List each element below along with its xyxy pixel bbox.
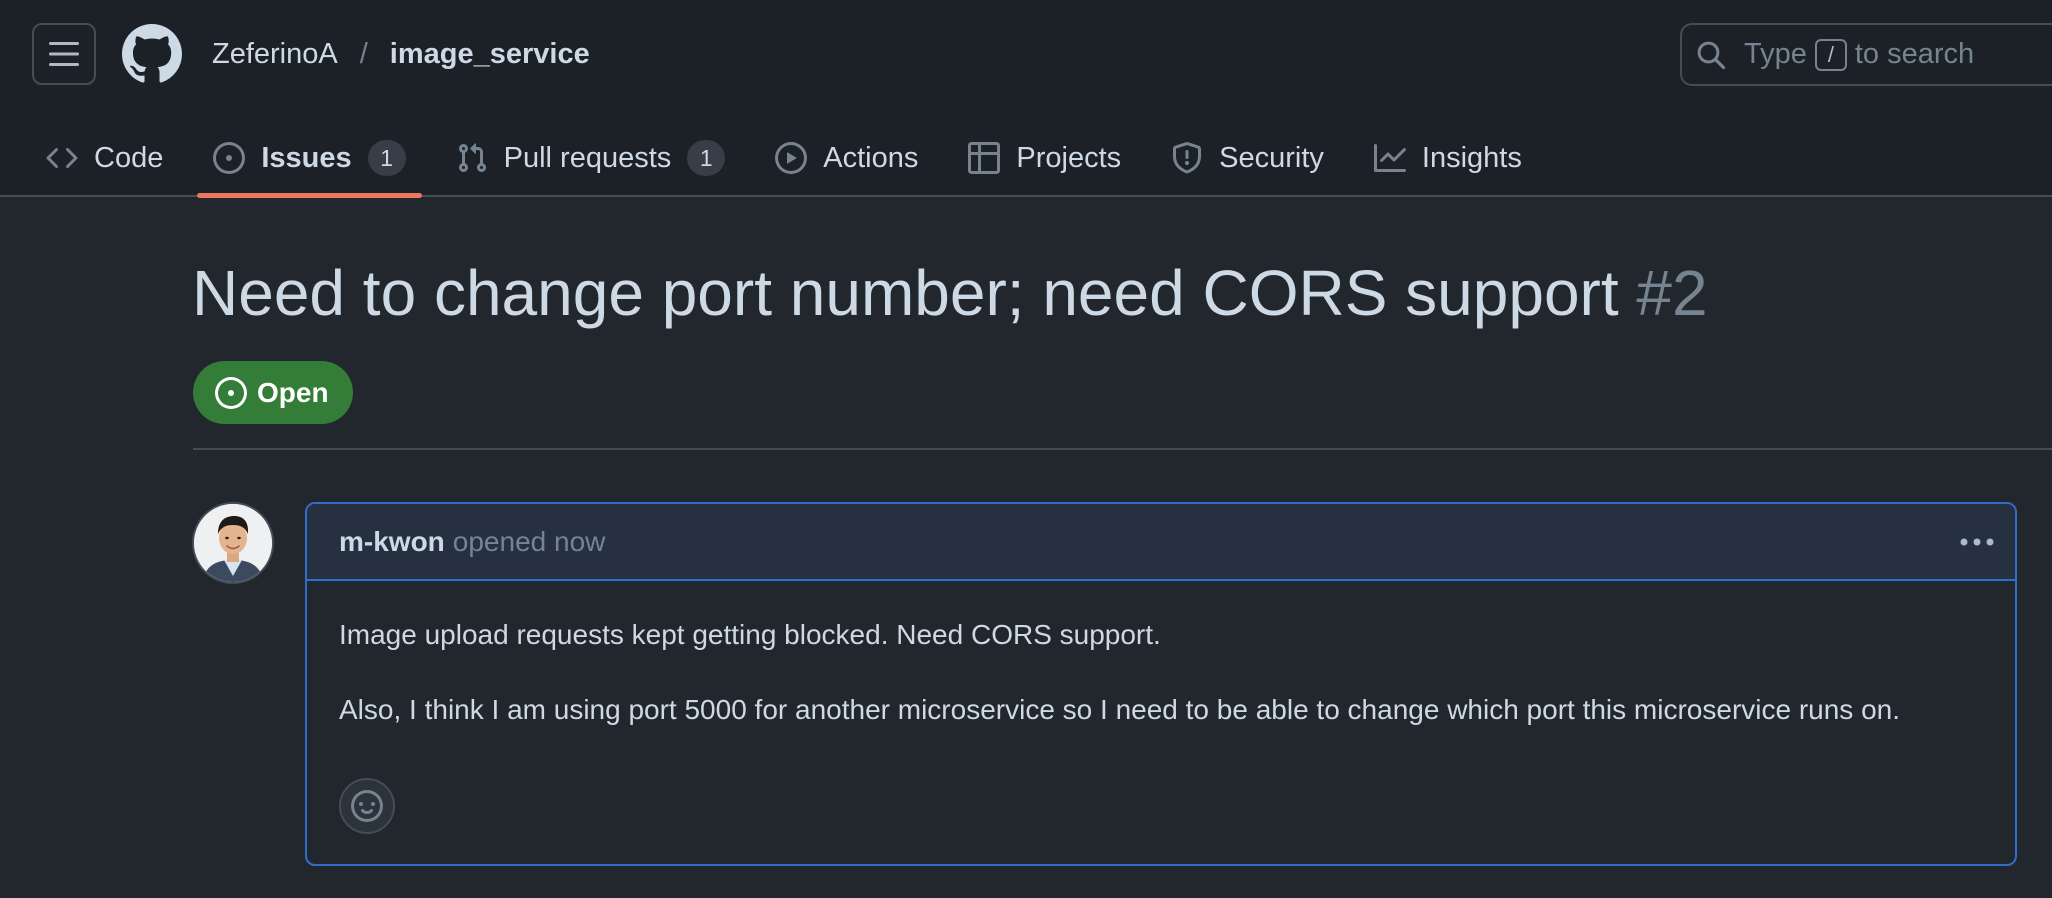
hamburger-menu-button[interactable] [32, 23, 96, 85]
comment-options-button[interactable] [1957, 524, 1997, 560]
comment-body: Image upload requests kept getting block… [307, 581, 2015, 728]
breadcrumb-repo-link[interactable]: image_service [390, 38, 590, 70]
tab-security-label: Security [1219, 141, 1324, 174]
search-input[interactable]: Type / to search [1680, 23, 2052, 86]
add-reaction-button[interactable] [339, 778, 395, 834]
play-icon [775, 142, 808, 174]
issue-state-label: Open [257, 376, 329, 408]
breadcrumb-owner-link[interactable]: ZeferinoA [212, 38, 338, 70]
code-icon [46, 147, 78, 169]
search-placeholder-suffix: to search [1854, 38, 1975, 70]
breadcrumb: ZeferinoA / image_service [212, 36, 590, 72]
tab-actions[interactable]: Actions [759, 120, 934, 196]
issues-count-badge: 1 [367, 140, 406, 176]
issue-opened-icon [215, 376, 247, 409]
avatar[interactable] [192, 502, 274, 584]
issue-comment: m-kwon opened now Image upload requests … [305, 502, 2017, 866]
repo-nav-tabs: Code Issues 1 Pull requests 1 Actions Pr… [30, 120, 1556, 198]
tab-insights-label: Insights [1421, 141, 1522, 174]
breadcrumb-separator: / [359, 38, 368, 70]
search-shortcut-key: / [1814, 38, 1847, 71]
tab-code[interactable]: Code [30, 120, 179, 196]
tab-issues-label: Issues [261, 141, 352, 174]
tab-actions-label: Actions [823, 141, 919, 174]
github-logo-icon[interactable] [122, 24, 182, 84]
issue-number: #2 [1636, 257, 1708, 329]
tab-projects-label: Projects [1016, 141, 1122, 174]
tab-issues[interactable]: Issues 1 [197, 120, 422, 198]
pull-request-icon [458, 143, 486, 173]
tab-pull-requests[interactable]: Pull requests 1 [440, 120, 742, 196]
issue-title-text: Need to change port number; need CORS su… [192, 257, 1619, 329]
issue-title: Need to change port number; need CORS su… [192, 253, 1708, 333]
header-divider [193, 448, 2052, 450]
graph-icon [1373, 144, 1406, 172]
user-avatar-photo [194, 504, 272, 582]
tab-insights[interactable]: Insights [1358, 120, 1538, 196]
tab-pull-requests-label: Pull requests [503, 141, 672, 174]
search-placeholder-prefix: Type [1744, 38, 1807, 70]
comment-paragraph: Image upload requests kept getting block… [339, 619, 1161, 650]
comment-timestamp: opened now [452, 525, 606, 557]
issue-state-badge: Open [193, 361, 353, 424]
table-icon [968, 142, 1001, 174]
hamburger-icon [49, 42, 79, 66]
tab-code-label: Code [94, 141, 164, 174]
tab-security[interactable]: Security [1155, 120, 1340, 196]
comment-paragraph: Also, I think I am using port 5000 for a… [339, 694, 1901, 725]
global-header: ZeferinoA / image_service Type / to search… [0, 0, 2052, 198]
shield-icon [1173, 142, 1202, 174]
comment-author-link[interactable]: m-kwon [339, 526, 445, 558]
kebab-horizontal-icon [1960, 538, 1994, 546]
search-icon [1697, 41, 1726, 69]
tab-projects[interactable]: Projects [952, 120, 1137, 196]
pull-requests-count-badge: 1 [687, 140, 726, 176]
issue-opened-icon [213, 142, 246, 174]
comment-header: m-kwon opened now [307, 504, 2015, 581]
smiley-icon [351, 790, 383, 822]
